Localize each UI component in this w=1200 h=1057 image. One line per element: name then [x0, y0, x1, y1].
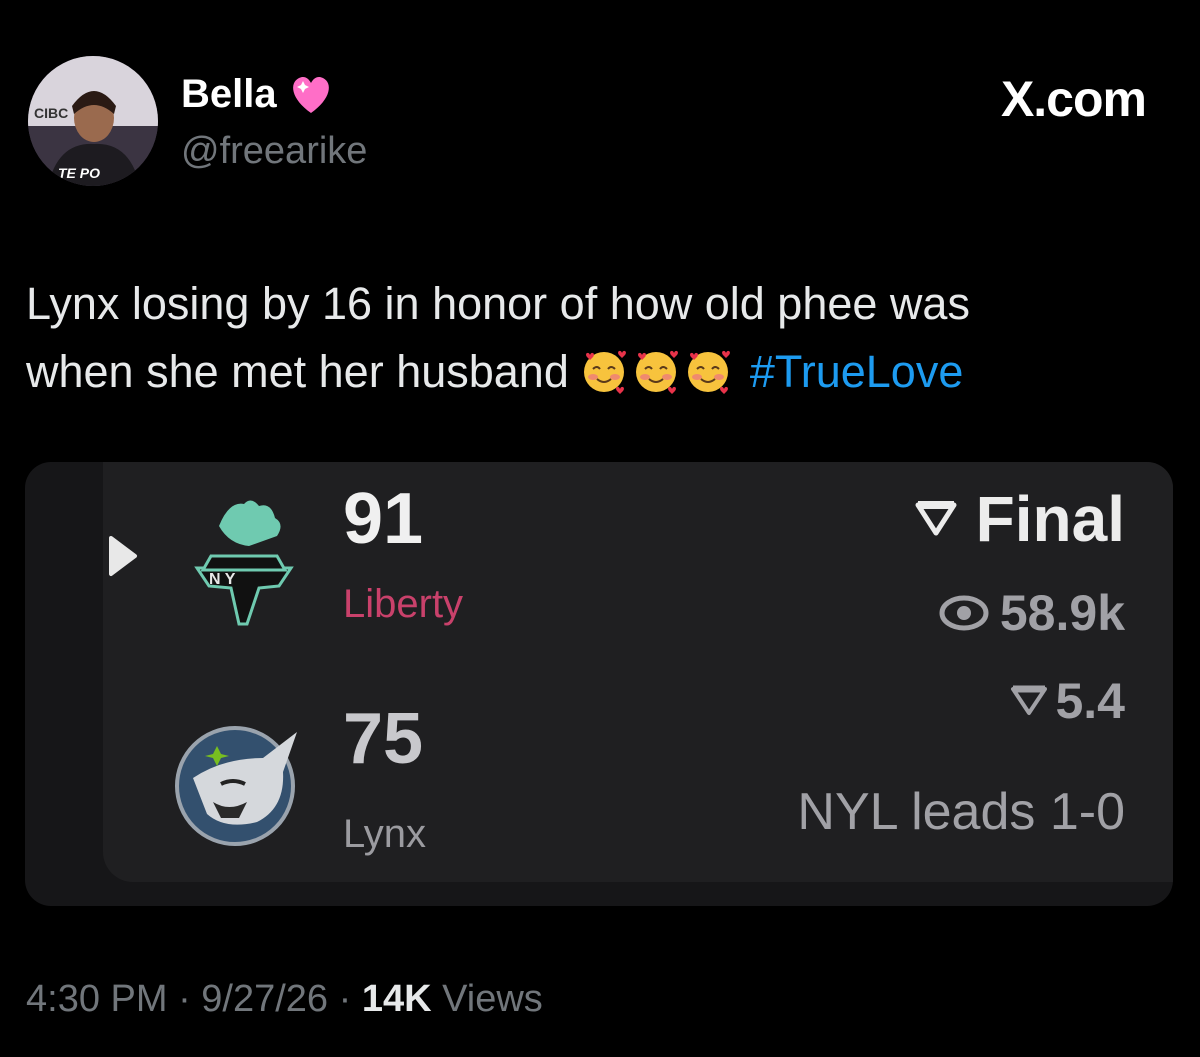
scorecard-card[interactable]: N Y 91 Liberty 75 Lynx Final 58.9k 5.4 N… [25, 462, 1173, 906]
tweet-meta: 4:30 PM · 9/27/26 · 14K Views [26, 978, 543, 1021]
card-views-count: 58.9k [999, 585, 1125, 641]
eye-icon [939, 595, 989, 631]
away-team-name[interactable]: Lynx [343, 812, 426, 857]
play-arrow-icon[interactable] [107, 534, 139, 578]
author-name[interactable]: Bella [181, 72, 277, 117]
views-count: 14K [361, 978, 432, 1020]
sparkling-heart-icon [292, 76, 329, 113]
card-odds: 5.4 [1009, 672, 1125, 730]
tweet-text: Lynx losing by 16 in honor of how old ph… [26, 270, 1176, 406]
author-name-row[interactable]: Bella [181, 72, 335, 117]
svg-text:CIBC: CIBC [34, 105, 68, 121]
home-score: 91 [343, 479, 424, 559]
series-status: NYL leads 1-0 [797, 783, 1125, 841]
tweet-timestamp[interactable]: 4:30 PM · 9/27/26 · [26, 978, 362, 1020]
author-handle[interactable]: @freearike [181, 130, 367, 173]
game-status: Final [914, 482, 1125, 556]
card-odds-value: 5.4 [1055, 673, 1125, 729]
card-views: 58.9k [938, 584, 1125, 642]
tweet-line-1: Lynx losing by 16 in honor of how old ph… [26, 278, 970, 329]
smiling-face-with-hearts-icon [688, 350, 731, 394]
tweet-line-2-text: when she met her husband [26, 346, 569, 397]
liberty-logo-icon: N Y [194, 500, 294, 626]
home-team-name[interactable]: Liberty [343, 582, 463, 627]
x-brand-label: X.com [1000, 71, 1147, 127]
smiling-face-with-hearts-icon [636, 350, 679, 394]
tweet-line-2: when she met her husband #TrueLove [26, 338, 1176, 406]
lynx-logo-icon [175, 726, 297, 846]
author-avatar[interactable]: CIBC TE PO [28, 56, 158, 186]
away-score: 75 [343, 699, 424, 779]
smiling-face-with-hearts-icon [584, 350, 627, 394]
game-status-label: Final [975, 483, 1125, 555]
predict-flag-icon [915, 501, 957, 536]
views-label: Views [431, 978, 543, 1020]
hashtag-link[interactable]: #TrueLove [750, 346, 963, 397]
predict-flag-icon [1011, 685, 1048, 715]
svg-text:N Y: N Y [209, 571, 236, 588]
avatar-image: CIBC TE PO [28, 56, 158, 186]
svg-text:TE PO: TE PO [58, 165, 100, 181]
